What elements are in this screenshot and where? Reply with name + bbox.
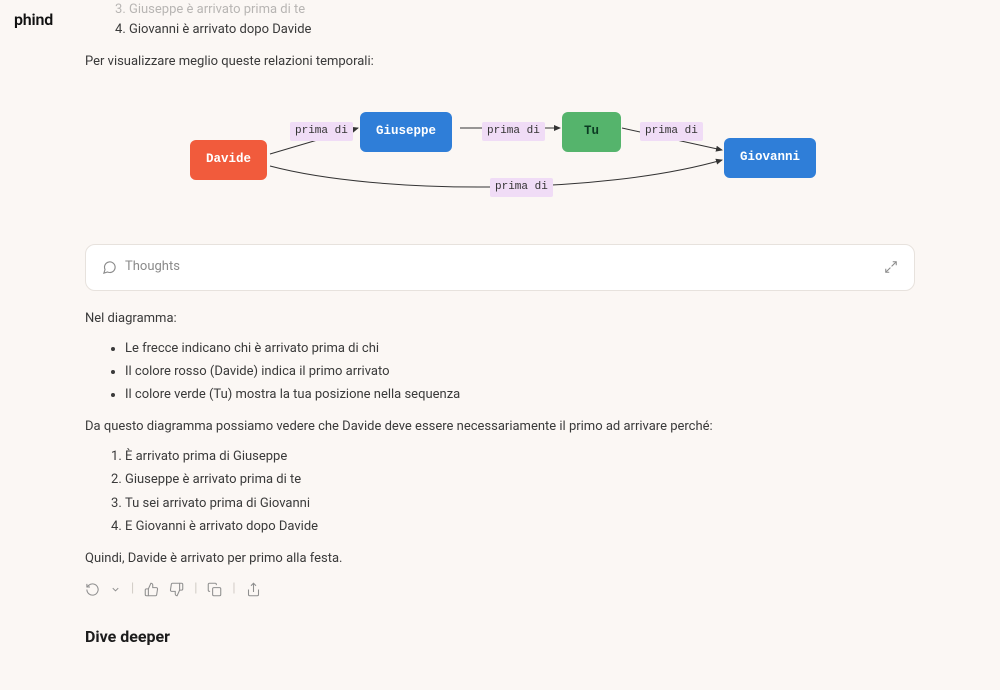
copy-button[interactable] [207, 582, 222, 597]
diagram-intro: Per visualizzare meglio queste relazioni… [85, 52, 915, 72]
regenerate-button[interactable] [85, 582, 100, 597]
list-item: Giuseppe è arrivato prima di te [129, 0, 915, 20]
list-item: È arrivato prima di Giuseppe [125, 447, 915, 467]
thumbs-down-button[interactable] [169, 582, 184, 597]
node-davide: Davide [190, 140, 267, 179]
separator: | [131, 579, 134, 599]
list-item: Le frecce indicano chi è arrivato prima … [125, 339, 915, 359]
edge-label: prima di [482, 122, 545, 141]
diagram-explain-heading: Nel diagramma: [85, 309, 915, 329]
node-giovanni: Giovanni [724, 138, 816, 177]
list-item: Il colore rosso (Davide) indica il primo… [125, 362, 915, 382]
edge-label: prima di [290, 122, 353, 141]
edge-label: prima di [640, 122, 703, 141]
separator: | [232, 579, 235, 599]
dive-deeper-heading: Dive deeper [85, 625, 915, 650]
legend-list: Le frecce indicano chi è arrivato prima … [125, 339, 915, 405]
list-item: Il colore verde (Tu) mostra la tua posiz… [125, 385, 915, 405]
message-actions: | | | [85, 579, 915, 599]
thoughts-icon [102, 260, 117, 275]
thumbs-up-button[interactable] [144, 582, 159, 597]
final-answer: Quindi, Davide è arrivato per primo alla… [85, 549, 915, 569]
node-tu: Tu [562, 112, 621, 151]
thoughts-toggle[interactable]: Thoughts [85, 244, 915, 290]
separator: | [194, 579, 197, 599]
premise-list: Giuseppe è arrivato prima di te Giovanni… [129, 0, 915, 40]
edge-label: prima di [490, 178, 553, 197]
answer-container: Giuseppe è arrivato prima di te Giovanni… [85, 0, 915, 690]
node-giuseppe: Giuseppe [360, 112, 452, 151]
share-button[interactable] [246, 582, 261, 597]
answer-body: Giuseppe è arrivato prima di te Giovanni… [85, 0, 915, 650]
conclusion-intro: Da questo diagramma possiamo vedere che … [85, 417, 915, 437]
list-item: Tu sei arrivato prima di Giovanni [125, 494, 915, 514]
list-item: Giovanni è arrivato dopo Davide [129, 20, 915, 40]
thoughts-label: Thoughts [125, 257, 180, 277]
reason-list: È arrivato prima di Giuseppe Giuseppe è … [125, 447, 915, 537]
expand-icon[interactable] [884, 260, 898, 274]
brand-logo[interactable]: phind [14, 8, 53, 33]
list-item: E Giovanni è arrivato dopo Davide [125, 517, 915, 537]
chevron-down-icon[interactable] [110, 584, 121, 595]
flow-diagram: Davide Giuseppe Tu Giovanni prima di pri… [180, 100, 820, 220]
list-item: Giuseppe è arrivato prima di te [125, 470, 915, 490]
